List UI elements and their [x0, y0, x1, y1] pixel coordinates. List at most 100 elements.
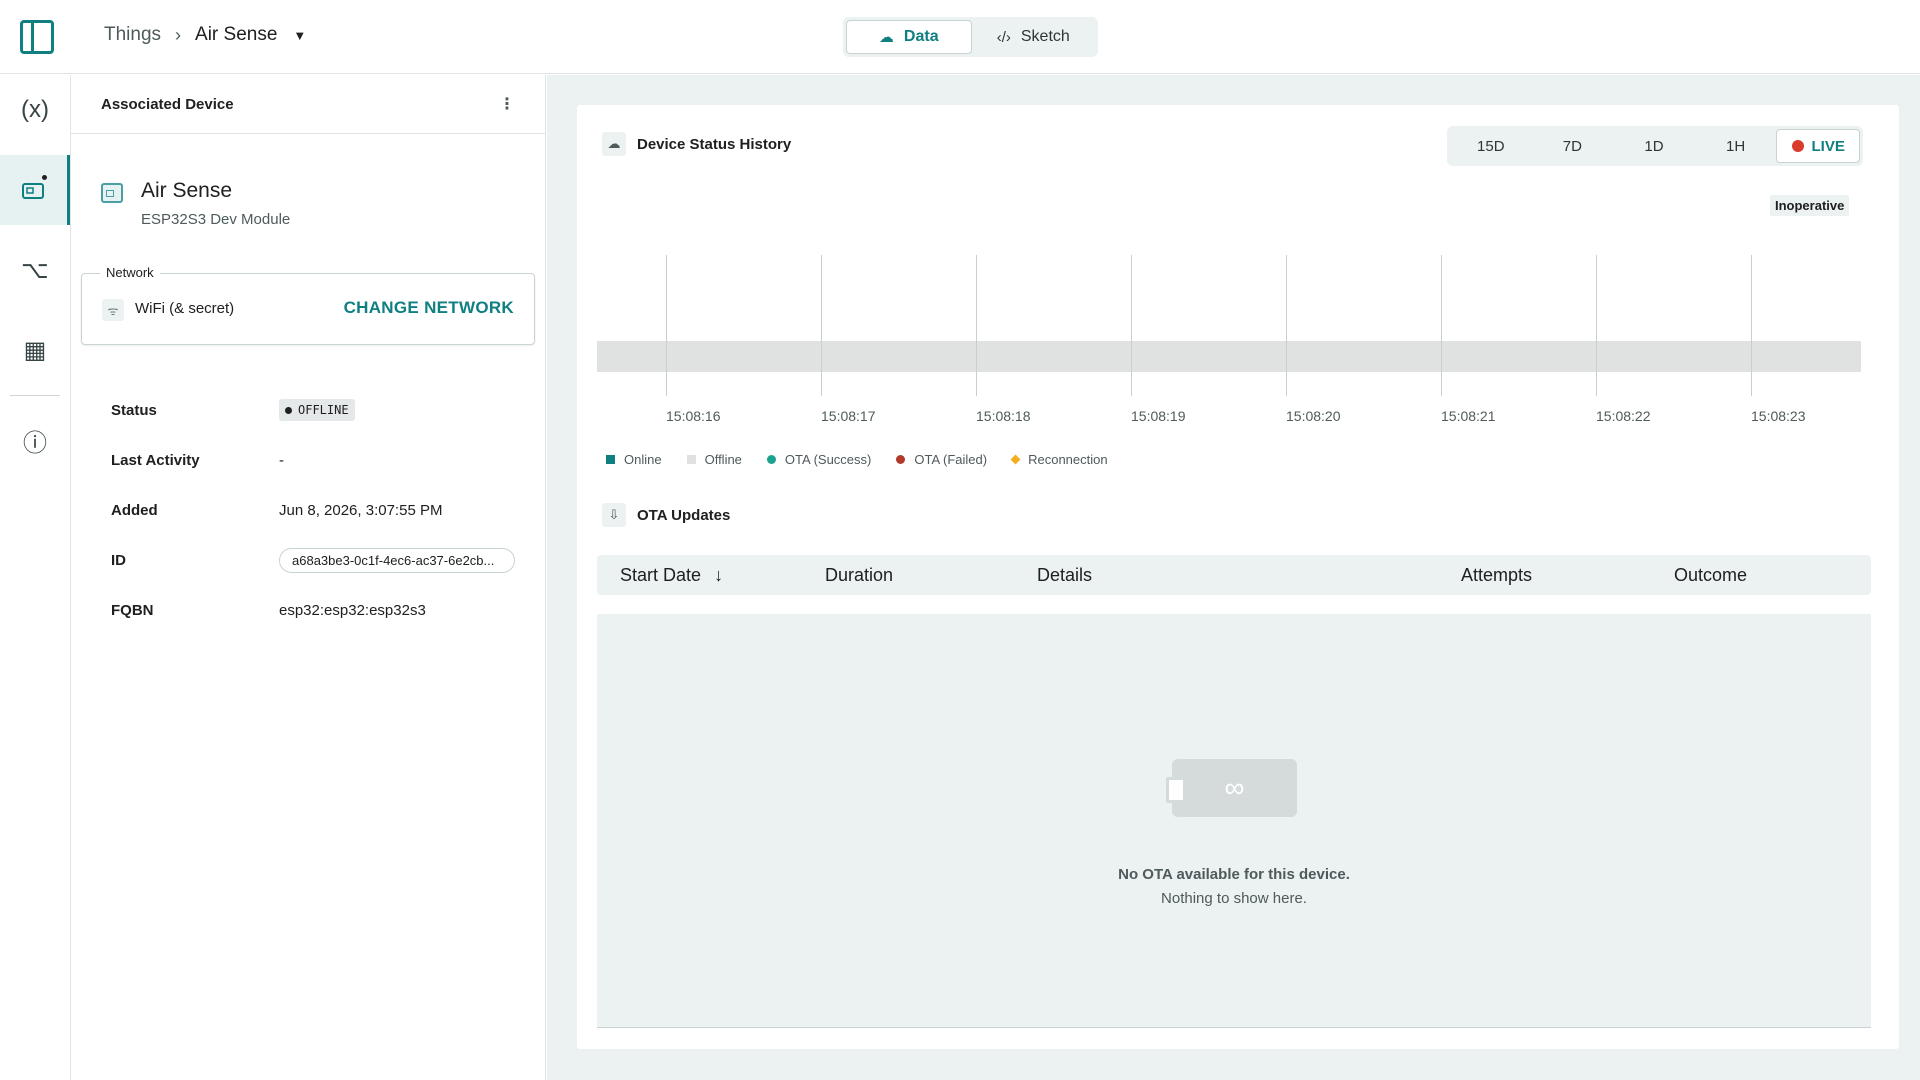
- tab-sketch[interactable]: ‹/› Sketch: [972, 20, 1096, 54]
- legend-item: Online: [606, 452, 662, 467]
- ota-title: OTA Updates: [637, 507, 731, 524]
- device-icon[interactable]: [0, 155, 70, 225]
- timeline-tick-label: 15:08:16: [666, 408, 721, 424]
- icon-rail: (x) ⌥ ▦ ⓘ: [0, 75, 71, 1080]
- timeline-tick-label: 15:08:19: [1131, 408, 1186, 424]
- prop-id: ID a68a3be3-0c1f-4ec6-ac37-6e2cb...: [111, 535, 521, 585]
- empty-subtitle: Nothing to show here.: [1161, 890, 1307, 907]
- infinity-logo-icon: ∞: [1224, 772, 1245, 803]
- notification-dot: [40, 173, 49, 182]
- tab-data[interactable]: ☁ Data: [846, 20, 972, 54]
- range-1d[interactable]: 1D: [1613, 129, 1695, 163]
- legend-marker: [766, 455, 776, 464]
- col-outcome[interactable]: Outcome: [1674, 565, 1747, 586]
- kebab-menu-icon[interactable]: ⋮: [499, 94, 515, 114]
- timeline-tick-label: 15:08:17: [821, 408, 876, 424]
- breadcrumb-things-link[interactable]: Things: [104, 24, 161, 46]
- range-live[interactable]: LIVE: [1776, 129, 1860, 163]
- live-dot-icon: [1791, 140, 1804, 152]
- breadcrumb: Things › Air Sense ▼: [104, 24, 306, 46]
- device-type: ESP32S3 Dev Module: [141, 211, 291, 228]
- time-range-selector: 15D 7D 1D 1H LIVE: [1447, 126, 1863, 166]
- prop-fqbn: FQBN esp32:esp32:esp32s3: [111, 585, 521, 635]
- timeline-gridline: [1596, 255, 1597, 396]
- legend-marker: [1010, 454, 1021, 465]
- chevron-right-icon: ›: [175, 24, 182, 45]
- timeline-gridline: [976, 255, 977, 396]
- network-legend: Network: [100, 265, 160, 280]
- col-details[interactable]: Details: [1037, 565, 1092, 586]
- status-timeline: 15:08:16 15:08:17 15:08:18 15:08:19 15:08:20…: [597, 255, 1861, 455]
- code-icon: ‹/›: [996, 28, 1011, 46]
- top-header: Things › Air Sense ▼ ☁ Data ‹/› Sketch: [0, 0, 1920, 74]
- cloud-data-icon: ☁: [878, 29, 894, 46]
- timeline-gridline: [1751, 255, 1752, 396]
- legend-item: OTA (Failed): [896, 452, 987, 467]
- range-7d[interactable]: 7D: [1532, 129, 1614, 163]
- legend-label: OTA (Success): [784, 452, 872, 467]
- col-duration[interactable]: Duration: [825, 565, 893, 586]
- legend-item: Offline: [686, 452, 742, 467]
- prop-value: -: [279, 451, 284, 469]
- status-history-title: Device Status History: [637, 136, 792, 153]
- timeline-gridline: [1286, 255, 1287, 396]
- dashboard-link-icon[interactable]: ▦: [0, 315, 70, 385]
- view-switcher: ☁ Data ‹/› Sketch: [843, 17, 1098, 57]
- timeline-tick-label: 15:08:18: [976, 408, 1031, 424]
- col-start-date-label: Start Date: [620, 565, 702, 585]
- device-id-pill[interactable]: a68a3be3-0c1f-4ec6-ac37-6e2cb...: [279, 547, 515, 573]
- network-box: Network ᯤ WiFi (& secret) CHANGE NETWORK: [81, 265, 535, 345]
- sort-down-icon: ↓: [714, 565, 724, 585]
- legend-item: Reconnection: [1010, 452, 1108, 467]
- change-network-button[interactable]: CHANGE NETWORK: [344, 298, 514, 318]
- prop-label: FQBN: [111, 601, 154, 619]
- range-1h[interactable]: 1H: [1695, 129, 1777, 163]
- prop-value: Jun 8, 2026, 3:07:55 PM: [279, 501, 443, 519]
- timeline-gridline: [1131, 255, 1132, 396]
- variables-icon[interactable]: (x): [0, 75, 70, 145]
- sidebar-toggle-icon[interactable]: [20, 20, 54, 54]
- tab-data-label: Data: [903, 28, 939, 45]
- status-dot: [285, 406, 292, 414]
- prop-label: Status: [111, 401, 157, 419]
- caret-down-icon[interactable]: ▼: [293, 28, 306, 43]
- device-properties: Status OFFLINE Last Activity - Added Jun…: [111, 385, 521, 635]
- prop-added: Added Jun 8, 2026, 3:07:55 PM: [111, 485, 521, 535]
- panel-header: Associated Device ⋮: [71, 75, 545, 134]
- timeline-offline-band: [597, 341, 1861, 372]
- legend-label: Online: [624, 452, 662, 467]
- panel-title: Associated Device: [101, 95, 234, 113]
- webhooks-icon[interactable]: ⌥: [0, 235, 70, 305]
- prop-last-activity: Last Activity -: [111, 435, 521, 485]
- state-tag: Inoperative: [1770, 195, 1850, 216]
- prop-label: Added: [111, 501, 158, 519]
- status-value: OFFLINE: [298, 403, 349, 417]
- legend-label: OTA (Failed): [914, 452, 988, 467]
- timeline-tick-label: 15:08:22: [1596, 408, 1651, 424]
- associated-device-panel: Associated Device ⋮ Air Sense ESP32S3 De…: [71, 75, 546, 1080]
- network-name: WiFi (& secret): [135, 300, 235, 317]
- status-badge: OFFLINE: [279, 399, 355, 421]
- data-card: ☁ Device Status History 15D 7D 1D 1H LIV…: [577, 105, 1899, 1049]
- col-attempts[interactable]: Attempts: [1461, 565, 1532, 586]
- timeline-tick-label: 15:08:20: [1286, 408, 1341, 424]
- legend-marker: [896, 455, 906, 464]
- timeline-gridline: [1441, 255, 1442, 396]
- device-board-icon: [101, 183, 123, 203]
- range-15d[interactable]: 15D: [1450, 129, 1532, 163]
- wifi-icon: ᯤ: [102, 299, 124, 321]
- rail-divider: [10, 395, 60, 396]
- timeline-gridline: [821, 255, 822, 396]
- legend-item: OTA (Success): [766, 452, 872, 467]
- timeline-tick-label: 15:08:21: [1441, 408, 1496, 424]
- prop-label: Last Activity: [111, 451, 200, 469]
- device-name: Air Sense: [141, 179, 233, 202]
- legend-label: Reconnection: [1028, 452, 1108, 467]
- col-start-date[interactable]: Start Date ↓: [620, 565, 723, 586]
- info-icon[interactable]: ⓘ: [0, 405, 70, 475]
- cloud-icon: ☁: [602, 132, 626, 156]
- live-label: LIVE: [1811, 137, 1845, 155]
- tab-sketch-label: Sketch: [1020, 28, 1070, 45]
- main-area: ☁ Device Status History 15D 7D 1D 1H LIV…: [547, 75, 1920, 1080]
- legend-marker: [606, 455, 615, 464]
